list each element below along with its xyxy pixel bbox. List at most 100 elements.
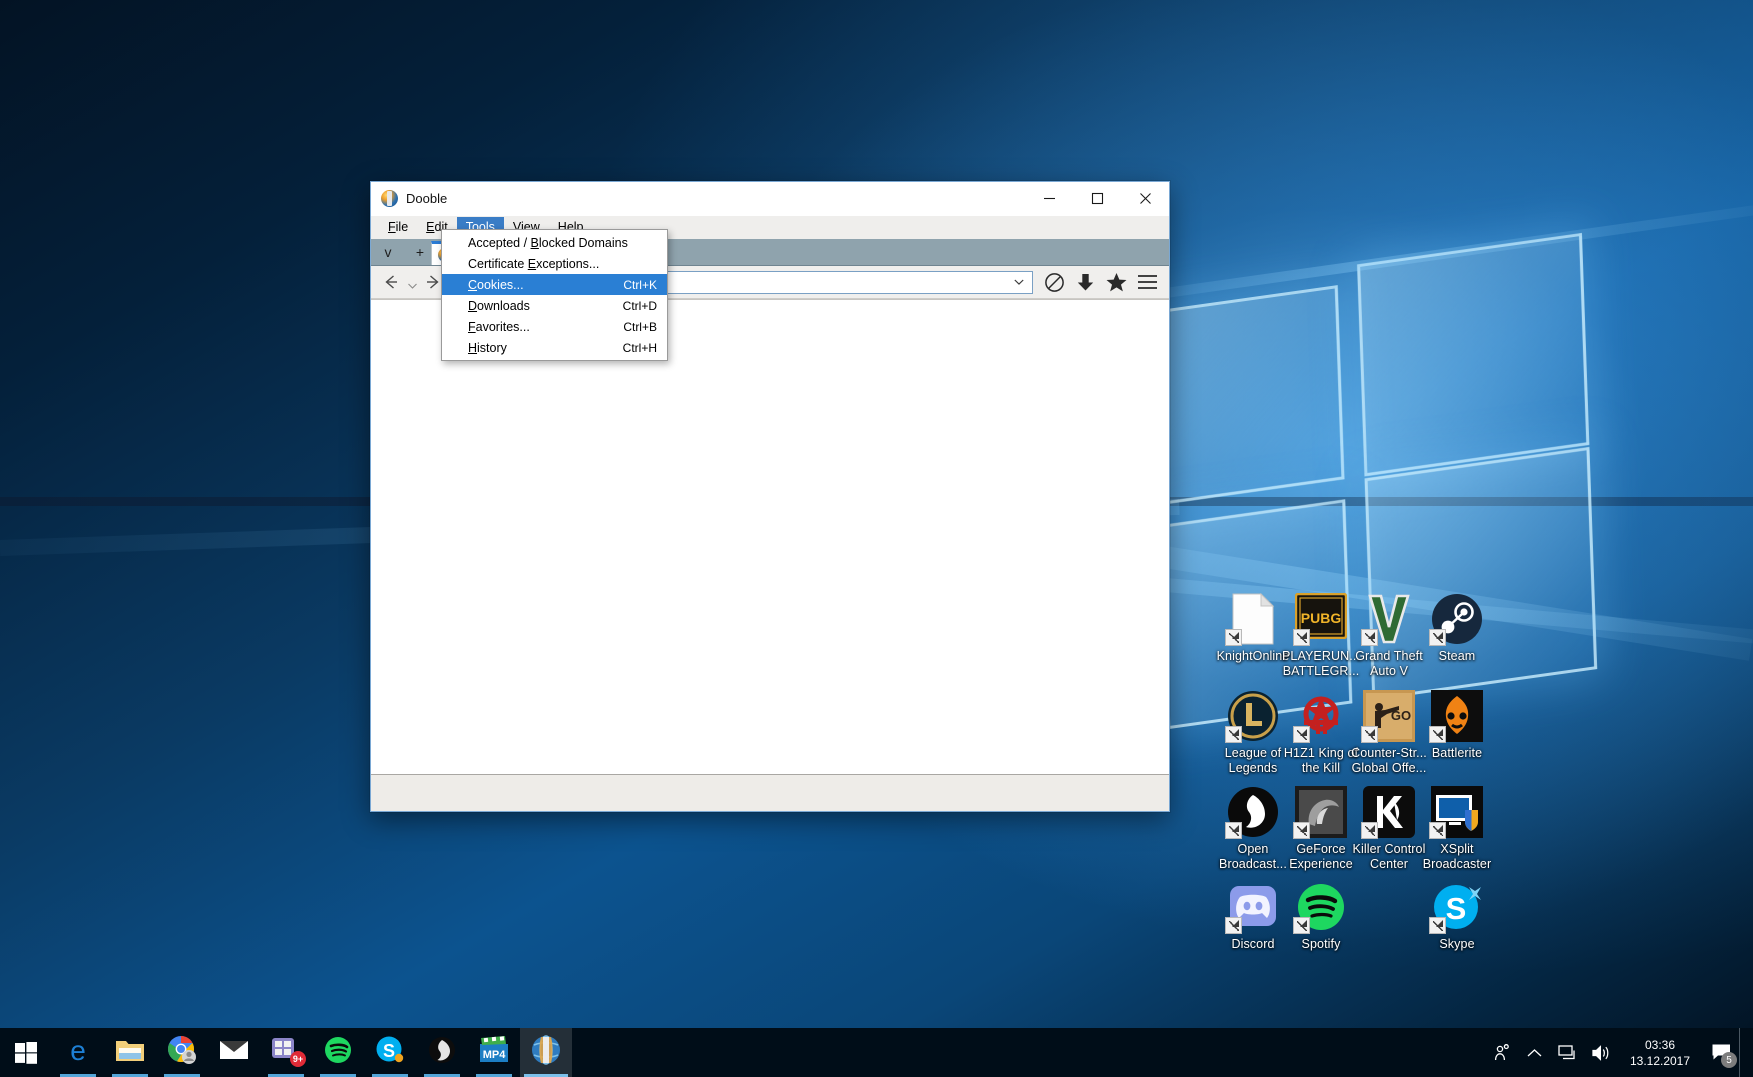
taskbar-item-chrome[interactable]	[156, 1028, 208, 1077]
taskbar-item-obs[interactable]	[416, 1028, 468, 1077]
maximize-button[interactable]	[1073, 182, 1121, 215]
svg-text:MP4: MP4	[483, 1049, 507, 1061]
svg-text:S: S	[383, 1041, 395, 1061]
xsplit-icon	[1429, 786, 1483, 839]
taskbar-item-mp4-player[interactable]: MP4	[468, 1028, 520, 1077]
star-icon[interactable]	[1101, 268, 1132, 296]
tools-menu-item-accepted-blocked-domains[interactable]: Accepted / Blocked Domains	[442, 232, 667, 253]
taskbar-item-mail[interactable]	[208, 1028, 260, 1077]
taskbar[interactable]: e 9+ S MP4 03:36 13.12.2017 5	[0, 1028, 1753, 1077]
file-explorer-icon	[115, 1037, 145, 1068]
chevron-up-icon[interactable]	[1518, 1028, 1551, 1077]
obs-icon	[428, 1036, 456, 1069]
tools-menu-item-history[interactable]: History Ctrl+H	[442, 337, 667, 358]
back-history-chevron-down-icon[interactable]	[405, 268, 419, 296]
menu-item-shortcut: Ctrl+K	[623, 277, 657, 292]
shortcut-overlay-icon	[1429, 629, 1446, 646]
menubar-item-file[interactable]: File	[379, 217, 417, 238]
skype-icon: S	[376, 1036, 404, 1069]
taskbar-item-edge[interactable]: e	[52, 1028, 104, 1077]
svg-text:e: e	[70, 1035, 86, 1065]
shortcut-overlay-icon	[1361, 726, 1378, 743]
desktop-icon-label: Steam	[1438, 649, 1476, 663]
taskbar-item-dooble[interactable]	[520, 1028, 572, 1077]
desktop-icon-xsplit[interactable]: XSplit Broadcaster	[1403, 786, 1511, 872]
menu-item-label: Cookies...	[468, 277, 524, 292]
shortcut-overlay-icon	[1225, 726, 1242, 743]
taskbar-item-spotify[interactable]	[312, 1028, 364, 1077]
tools-dropdown-menu[interactable]: Accepted / Blocked Domains Certificate Ex…	[441, 229, 668, 361]
shortcut-overlay-icon	[1361, 822, 1378, 839]
skype-icon: S	[1429, 881, 1483, 934]
spotify-icon	[324, 1036, 352, 1069]
clock[interactable]: 03:36 13.12.2017	[1617, 1028, 1703, 1077]
window-titlebar[interactable]: Dooble	[371, 182, 1169, 216]
taskbar-item-file-explorer[interactable]	[104, 1028, 156, 1077]
download-icon[interactable]	[1070, 268, 1101, 296]
shortcut-overlay-icon	[1225, 629, 1242, 646]
menu-item-shortcut: Ctrl+D	[622, 298, 657, 313]
svg-text:S: S	[1446, 891, 1467, 926]
clock-time: 03:36	[1644, 1037, 1676, 1052]
desktop-icon-skype[interactable]: S Skype	[1403, 881, 1511, 952]
start-button[interactable]	[0, 1028, 52, 1077]
menu-item-label: Certificate Exceptions...	[468, 256, 600, 271]
block-icon[interactable]	[1039, 268, 1070, 296]
close-button[interactable]	[1121, 182, 1169, 215]
window-title: Dooble	[406, 191, 448, 206]
shortcut-overlay-icon	[1429, 822, 1446, 839]
desktop-icon-label: Battlerite	[1431, 746, 1483, 760]
shortcut-overlay-icon	[1429, 726, 1446, 743]
taskbar-item-photos[interactable]: 9+	[260, 1028, 312, 1077]
status-bar	[371, 774, 1169, 811]
shortcut-overlay-icon	[1429, 917, 1446, 934]
shortcut-overlay-icon	[1293, 726, 1310, 743]
chrome-icon	[167, 1035, 197, 1070]
mp4-player-icon: MP4	[479, 1036, 509, 1069]
desktop-icon-label: XSplit Broadcaster	[1422, 842, 1492, 871]
tools-menu-item-downloads[interactable]: Downloads Ctrl+D	[442, 295, 667, 316]
mail-icon	[219, 1039, 249, 1066]
taskbar-items: e 9+ S MP4	[52, 1028, 572, 1077]
show-desktop-button[interactable]	[1739, 1028, 1747, 1077]
tab-list-dropdown-icon[interactable]: v	[379, 245, 397, 259]
shortcut-overlay-icon	[1293, 629, 1310, 646]
minimize-button[interactable]	[1025, 182, 1073, 215]
menu-item-label: Accepted / Blocked Domains	[468, 235, 628, 250]
steam-icon	[1429, 593, 1483, 646]
volume-icon[interactable]	[1584, 1028, 1617, 1077]
people-icon[interactable]	[1485, 1028, 1518, 1077]
menu-item-shortcut: Ctrl+H	[622, 340, 657, 355]
menu-item-shortcut: Ctrl+B	[623, 319, 657, 334]
desktop-icon-label: Spotify	[1301, 937, 1341, 951]
address-dropdown-chevron-down-icon[interactable]	[1010, 277, 1028, 288]
clock-date: 13.12.2017	[1629, 1053, 1691, 1068]
menu-item-label: Favorites...	[468, 319, 530, 334]
tools-menu-item-certificate-exceptions[interactable]: Certificate Exceptions...	[442, 253, 667, 274]
desktop-icon-spotify[interactable]: Spotify	[1267, 881, 1375, 952]
edge-icon: e	[63, 1035, 93, 1070]
web-page-content[interactable]	[371, 299, 1169, 774]
taskbar-item-skype[interactable]: S	[364, 1028, 416, 1077]
shortcut-overlay-icon	[1293, 822, 1310, 839]
action-center-icon[interactable]: 5	[1703, 1028, 1739, 1077]
desktop-icon-label: Skype	[1439, 937, 1475, 951]
new-tab-button[interactable]: +	[411, 245, 429, 259]
network-icon[interactable]	[1551, 1028, 1584, 1077]
desktop[interactable]: KnightOnline PUBG PLAYERUN... BATTLEGR... Gr…	[0, 0, 1753, 1077]
system-tray[interactable]: 03:36 13.12.2017 5	[1485, 1028, 1753, 1077]
spotify-icon	[1293, 881, 1347, 934]
desktop-icon-steam[interactable]: Steam	[1403, 593, 1511, 664]
desktop-icon-battlerite[interactable]: Battlerite	[1403, 690, 1511, 761]
hamburger-icon[interactable]	[1132, 268, 1163, 296]
back-button[interactable]	[377, 268, 405, 296]
tools-menu-item-favorites[interactable]: Favorites... Ctrl+B	[442, 316, 667, 337]
taskbar-badge: 9+	[290, 1051, 306, 1067]
menu-item-label: Downloads	[468, 298, 530, 313]
dooble-icon	[531, 1035, 561, 1070]
shortcut-overlay-icon	[1361, 629, 1378, 646]
shortcut-overlay-icon	[1225, 822, 1242, 839]
battlerite-icon	[1429, 690, 1483, 743]
dooble-globe-icon	[381, 190, 398, 207]
tools-menu-item-cookies[interactable]: Cookies... Ctrl+K	[442, 274, 667, 295]
